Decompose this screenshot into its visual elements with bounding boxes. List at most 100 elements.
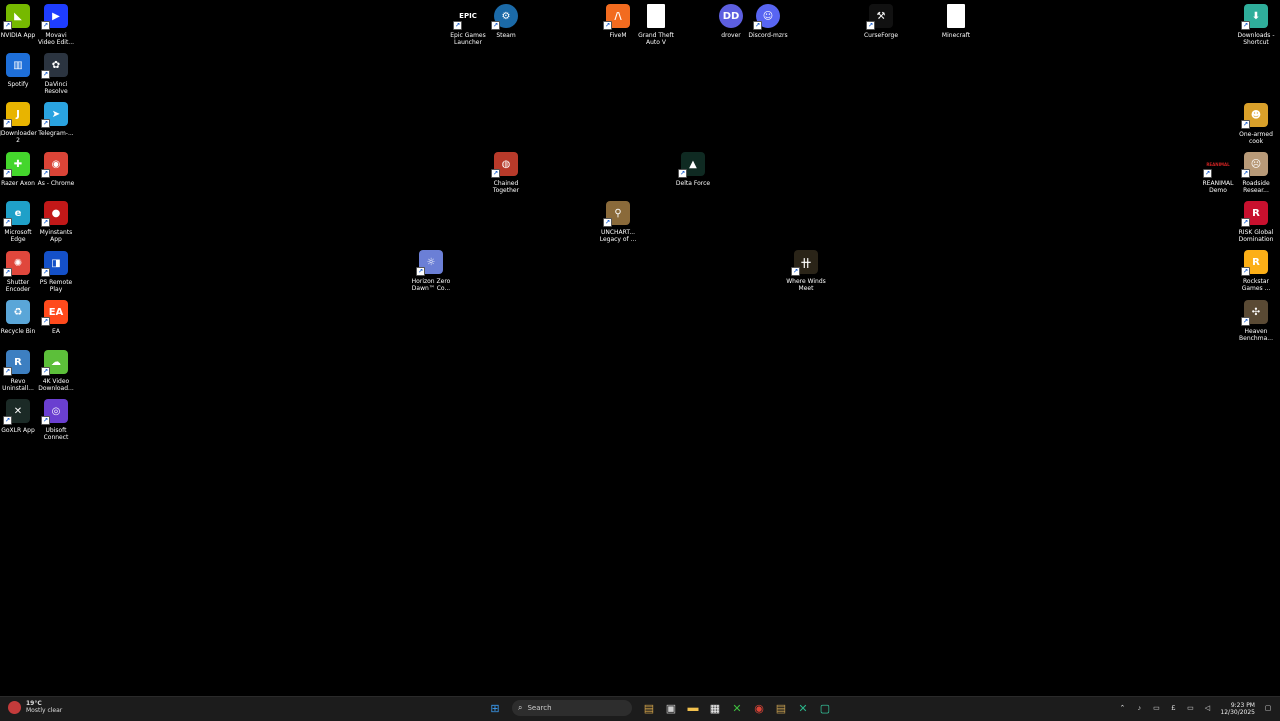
taskbar-store-button[interactable]: ▦ xyxy=(706,699,724,717)
shortcut-arrow-icon: ↗ xyxy=(603,21,612,30)
risk-glyph: R xyxy=(1252,207,1260,219)
rockstar-glyph: R xyxy=(1252,256,1260,268)
desktop-icon-gta[interactable]: Grand Theft Auto V xyxy=(633,4,679,46)
desktop-icon-curseforge[interactable]: ⚒ ↗ CurseForge xyxy=(858,4,904,39)
shortcut-arrow-icon: ↗ xyxy=(1241,120,1250,129)
downloads-glyph: ⬇ xyxy=(1251,10,1261,22)
desktop-icon-ea[interactable]: EA ↗ EA xyxy=(33,300,79,335)
fivem-glyph: /\ xyxy=(614,10,622,22)
keyboard-layout-indicator[interactable]: £ xyxy=(1169,705,1177,713)
desktop-icon-label: Downloads - Shortcut xyxy=(1237,32,1275,47)
clock[interactable]: 9:23 PM 12/30/2025 xyxy=(1220,702,1255,717)
desktop-icon-minecraft[interactable]: Minecraft xyxy=(933,4,979,39)
onearmed-glyph: ☻ xyxy=(1250,109,1262,121)
taskbar-explorer-button[interactable]: ▬ xyxy=(684,699,702,717)
taskbar-xbox-button[interactable]: ✕ xyxy=(728,699,746,717)
weather-icon xyxy=(8,700,21,714)
shortcut-arrow-icon: ↗ xyxy=(3,268,12,277)
weather-widget[interactable]: 19°C Mostly clear xyxy=(8,700,62,714)
shortcut-arrow-icon: ↗ xyxy=(41,218,50,227)
archive-icon: ▤ xyxy=(775,702,787,715)
desktop-icon-onearmed[interactable]: ☻ ↗ One-armed cook xyxy=(1233,103,1279,145)
notification-icon[interactable]: ▢ xyxy=(1264,705,1272,713)
taskbar-taskview-button[interactable]: ▣ xyxy=(662,699,680,717)
shortcut-arrow-icon: ↗ xyxy=(753,21,762,30)
microphone-icon[interactable]: ♪ xyxy=(1135,705,1143,713)
taskbar-chrome-button[interactable]: ◉ xyxy=(750,699,768,717)
davinci-icon: ✿ ↗ xyxy=(41,53,68,79)
shortcut-arrow-icon: ↗ xyxy=(791,267,800,276)
desktop-icon-horizon[interactable]: ☼ ↗ Horizon Zero Dawn™ Co... xyxy=(408,250,454,292)
weather-temp: 19°C xyxy=(26,700,42,707)
wherewinds-icon: 卄 ↗ xyxy=(791,250,818,276)
taskbar-files-button[interactable]: ▤ xyxy=(640,699,658,717)
heaven-icon: ✣ ↗ xyxy=(1241,300,1268,326)
network-icon[interactable]: ▭ xyxy=(1186,705,1194,713)
battery-icon[interactable]: ▭ xyxy=(1152,705,1160,713)
search-placeholder: Search xyxy=(527,704,552,712)
volume-icon[interactable]: ◁ xyxy=(1203,705,1211,713)
shutter-glyph: ✺ xyxy=(13,257,23,269)
desktop-icon-davinci[interactable]: ✿ ↗ DaVinci Resolve xyxy=(33,53,79,95)
chrome-icon: ◉ xyxy=(754,702,764,715)
steam-icon: ⚙ ↗ xyxy=(491,4,518,30)
desktop-icon-label: Delta Force xyxy=(675,180,711,187)
reanimal-glyph: REANIMAL xyxy=(1206,161,1230,167)
ubisoft-icon: ◎ ↗ xyxy=(41,399,68,425)
desktop-icon-heaven[interactable]: ✣ ↗ Heaven Benchma... xyxy=(1233,300,1279,342)
shortcut-arrow-icon: ↗ xyxy=(41,367,50,376)
desktop-icon-discord[interactable]: ☺ ↗ Discord-mzrs xyxy=(745,4,791,39)
search-box[interactable]: ⌕ Search xyxy=(512,700,632,716)
taskbar-app-button[interactable]: ▢ xyxy=(816,699,834,717)
desktop-icon-risk[interactable]: R ↗ RISK Global Domination xyxy=(1233,201,1279,243)
desktop-icon-telegram[interactable]: ➤ ↗ Telegram-... xyxy=(33,102,79,137)
desktop-icon-label: Where Winds Meet xyxy=(786,278,826,293)
clock-time: 9:23 PM xyxy=(1230,701,1255,709)
epic-icon: EPIC ↗ xyxy=(453,4,480,30)
nvidia-icon: ◣ ↗ xyxy=(3,4,30,30)
desktop-icon-deltaforce[interactable]: ▲ ↗ Delta Force xyxy=(670,152,716,187)
desktop-icon-4kvideo[interactable]: ☁ ↗ 4K Video Download... xyxy=(33,350,79,392)
desktop-icon-roadside[interactable]: ☹ ↗ Roadside Resear... xyxy=(1233,152,1279,194)
telegram-icon: ➤ ↗ xyxy=(41,102,68,128)
file-manager-icon: ▤ xyxy=(643,702,655,715)
shortcut-arrow-icon: ↗ xyxy=(41,119,50,128)
desktop-icon-myinstants[interactable]: ● ↗ Myinstants App xyxy=(33,201,79,243)
reanimal-icon: REANIMAL ↗ xyxy=(1203,152,1230,178)
desktop-icon-chained[interactable]: ◍ ↗ Chained Together xyxy=(483,152,529,194)
desktop-icon-wherewinds[interactable]: 卄 ↗ Where Winds Meet xyxy=(783,250,829,292)
chevron-up-icon[interactable]: ⌃ xyxy=(1118,705,1126,713)
task-view-icon: ▣ xyxy=(665,702,677,715)
jdownloader-glyph: J xyxy=(16,108,20,120)
desktop-icon-label: One-armed cook xyxy=(1239,131,1273,146)
desktop-icon-uncharted[interactable]: ⚲ ↗ UNCHART... Legacy of ... xyxy=(595,201,641,243)
uncharted-icon: ⚲ ↗ xyxy=(603,201,630,227)
shortcut-arrow-icon: ↗ xyxy=(491,169,500,178)
taskbar-archive-button[interactable]: ▤ xyxy=(772,699,790,717)
desktop-icon-label: Ubisoft Connect xyxy=(43,427,69,442)
desktop-icon-ubisoft[interactable]: ◎ ↗ Ubisoft Connect xyxy=(33,399,79,441)
shortcut-arrow-icon: ↗ xyxy=(41,416,50,425)
horizon-glyph: ☼ xyxy=(426,256,436,268)
app-icon: ▢ xyxy=(819,702,831,715)
desktop-icon-steam[interactable]: ⚙ ↗ Steam xyxy=(483,4,529,39)
store-icon: ▦ xyxy=(709,702,721,715)
taskbar-goxlr-button[interactable]: ✕ xyxy=(794,699,812,717)
desktop[interactable]: ◣ ↗ NVIDIA App ▶ ↗ Movavi Video Edit... ▥ Spoti… xyxy=(0,0,1280,696)
search-icon: ⌕ xyxy=(518,703,523,712)
desktop-icon-rockstar[interactable]: R ↗ Rockstar Games ... xyxy=(1233,250,1279,292)
recycle-icon: ♻ xyxy=(6,300,30,324)
4kvideo-icon: ☁ ↗ xyxy=(41,350,68,376)
4kvideo-glyph: ☁ xyxy=(51,356,61,368)
desktop-icon-movavi[interactable]: ▶ ↗ Movavi Video Edit... xyxy=(33,4,79,46)
shortcut-arrow-icon: ↗ xyxy=(3,416,12,425)
taskbar-start-button[interactable]: ⊞ xyxy=(486,699,504,717)
shortcut-arrow-icon: ↗ xyxy=(1241,169,1250,178)
desktop-icon-downloads[interactable]: ⬇ ↗ Downloads - Shortcut xyxy=(1233,4,1279,46)
shortcut-arrow-icon: ↗ xyxy=(678,169,687,178)
desktop-icon-chrome[interactable]: ◉ ↗ As - Chrome xyxy=(33,152,79,187)
desktop-icon-label: Chained Together xyxy=(492,180,520,195)
desktop-icon-psremote[interactable]: ◨ ↗ PS Remote Play xyxy=(33,251,79,293)
rockstar-icon: R ↗ xyxy=(1241,250,1268,276)
shortcut-arrow-icon: ↗ xyxy=(3,119,12,128)
